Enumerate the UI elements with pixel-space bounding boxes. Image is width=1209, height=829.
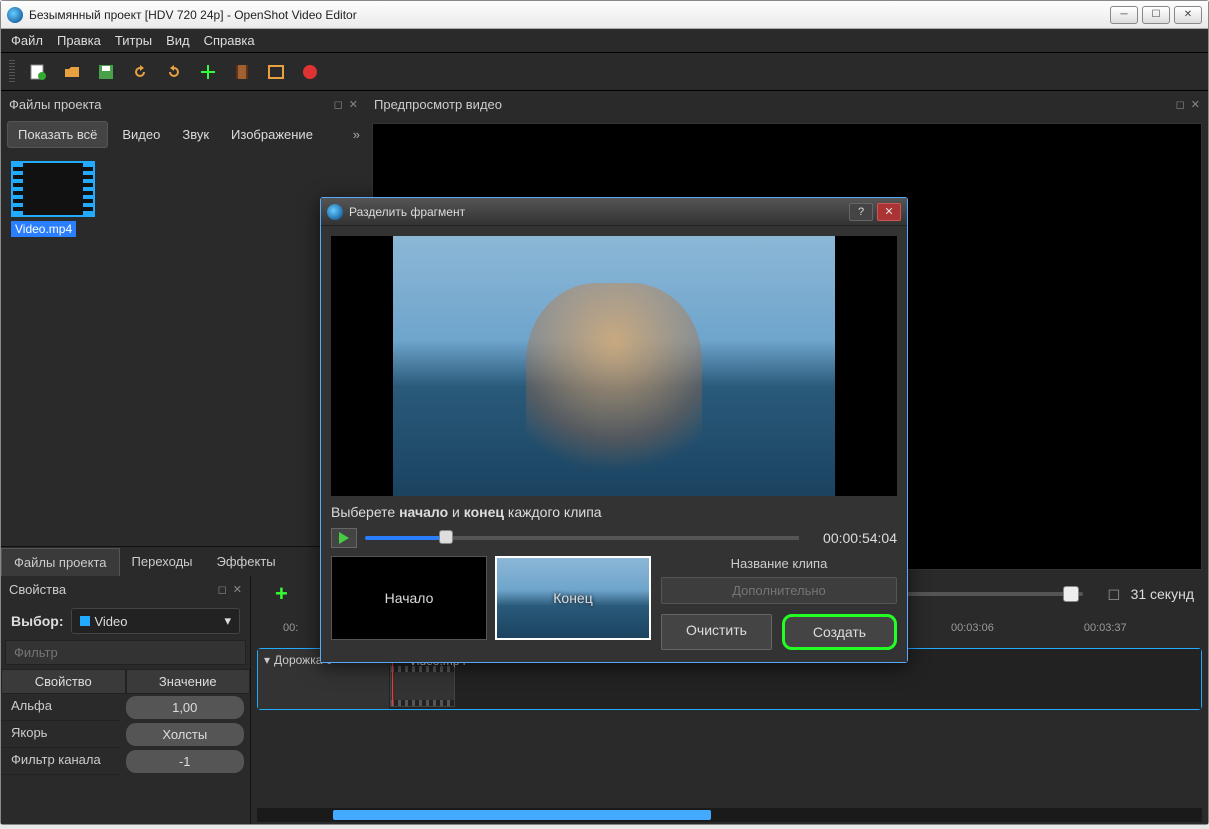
filter-video[interactable]: Видео bbox=[114, 123, 168, 146]
timeline-duration: 31 секунд bbox=[1131, 586, 1194, 602]
clear-button[interactable]: Очистить bbox=[661, 614, 772, 650]
dialog-preview[interactable] bbox=[331, 236, 897, 496]
film-icon[interactable] bbox=[231, 61, 253, 83]
fullscreen-icon[interactable] bbox=[265, 61, 287, 83]
table-row: Альфа 1,00 bbox=[1, 694, 250, 721]
add-icon[interactable] bbox=[197, 61, 219, 83]
redo-icon[interactable] bbox=[163, 61, 185, 83]
maximize-button[interactable]: ☐ bbox=[1142, 6, 1170, 24]
filter-show-all[interactable]: Показать всё bbox=[7, 121, 108, 148]
detach-panel-icon[interactable]: ◻ bbox=[334, 98, 343, 111]
dialog-play-button[interactable] bbox=[331, 528, 357, 548]
dialog-instruction: Выберете начало и конец каждого клипа bbox=[331, 504, 897, 520]
detach-preview-icon[interactable]: ◻ bbox=[1176, 98, 1185, 111]
dialog-help-button[interactable]: ? bbox=[849, 203, 873, 221]
add-track-icon[interactable]: + bbox=[275, 581, 288, 607]
minimize-button[interactable]: ─ bbox=[1110, 6, 1138, 24]
column-value[interactable]: Значение bbox=[126, 669, 251, 694]
snap-icon[interactable]: ◻ bbox=[1107, 584, 1120, 604]
column-property[interactable]: Свойство bbox=[1, 669, 126, 694]
menu-file[interactable]: Файл bbox=[11, 33, 43, 48]
properties-title: Свойства bbox=[9, 582, 66, 597]
new-project-icon[interactable] bbox=[27, 61, 49, 83]
project-files-title: Файлы проекта bbox=[9, 97, 102, 112]
chevron-down-icon[interactable]: ▾ bbox=[264, 653, 270, 667]
chevron-down-icon: ▾ bbox=[224, 613, 231, 629]
timeline-scrollbar[interactable] bbox=[257, 808, 1202, 822]
file-name-label: Video.mp4 bbox=[11, 221, 76, 237]
tab-transitions[interactable]: Переходы bbox=[120, 548, 205, 575]
current-time: 00: bbox=[283, 622, 298, 634]
menu-help[interactable]: Справка bbox=[204, 33, 255, 48]
export-icon[interactable] bbox=[299, 61, 321, 83]
dialog-icon bbox=[327, 204, 343, 220]
undo-icon[interactable] bbox=[129, 61, 151, 83]
create-button[interactable]: Создать bbox=[782, 614, 897, 650]
menu-edit[interactable]: Правка bbox=[57, 33, 101, 48]
save-project-icon[interactable] bbox=[95, 61, 117, 83]
dialog-title: Разделить фрагмент bbox=[349, 205, 845, 219]
open-project-icon[interactable] bbox=[61, 61, 83, 83]
dialog-close-button[interactable]: ✕ bbox=[877, 203, 901, 221]
detach-props-icon[interactable]: ◻ bbox=[218, 583, 227, 596]
selection-label: Выбор: bbox=[11, 613, 63, 629]
app-icon bbox=[7, 7, 23, 23]
window-title: Безымянный проект [HDV 720 24p] - OpenSh… bbox=[29, 8, 1110, 22]
titlebar: Безымянный проект [HDV 720 24p] - OpenSh… bbox=[1, 1, 1208, 29]
end-thumbnail[interactable]: Конец bbox=[495, 556, 651, 640]
start-thumbnail[interactable]: Начало bbox=[331, 556, 487, 640]
property-filter-input[interactable] bbox=[5, 640, 246, 665]
toolbar-grip[interactable] bbox=[9, 60, 15, 84]
menu-view[interactable]: Вид bbox=[166, 33, 190, 48]
clip-name-label: Название клипа bbox=[661, 556, 897, 571]
close-button[interactable]: ✕ bbox=[1174, 6, 1202, 24]
tab-effects[interactable]: Эффекты bbox=[205, 548, 288, 575]
close-panel-icon[interactable]: ✕ bbox=[349, 98, 358, 111]
project-files-panel: Файлы проекта ◻ ✕ Показать всё Видео Звук… bbox=[1, 91, 366, 576]
close-props-icon[interactable]: ✕ bbox=[233, 583, 242, 596]
filter-overflow-icon[interactable]: » bbox=[353, 127, 360, 142]
file-item[interactable]: Video.mp4 bbox=[11, 161, 99, 238]
split-clip-dialog: Разделить фрагмент ? ✕ Выберете начало и… bbox=[320, 197, 908, 663]
properties-panel: Свойства ◻ ✕ Выбор: Video ▾ Свойство bbox=[1, 576, 251, 824]
close-preview-icon[interactable]: ✕ bbox=[1191, 98, 1200, 111]
menubar: Файл Правка Титры Вид Справка bbox=[1, 29, 1208, 53]
tick-label: 00:03:06 bbox=[951, 622, 994, 634]
filter-image[interactable]: Изображение bbox=[223, 123, 321, 146]
tick-label: 00:03:37 bbox=[1084, 622, 1127, 634]
preview-title: Предпросмотр видео bbox=[374, 97, 502, 112]
dialog-timecode: 00:00:54:04 bbox=[807, 530, 897, 546]
toolbar bbox=[1, 53, 1208, 91]
tab-project-files[interactable]: Файлы проекта bbox=[1, 548, 120, 576]
table-row: Фильтр канала -1 bbox=[1, 748, 250, 775]
menu-titles[interactable]: Титры bbox=[115, 33, 152, 48]
table-row: Якорь Холсты bbox=[1, 721, 250, 748]
filter-audio[interactable]: Звук bbox=[174, 123, 217, 146]
selection-dropdown[interactable]: Video ▾ bbox=[71, 608, 240, 634]
dialog-seek-slider[interactable] bbox=[365, 536, 799, 540]
clip-name-input[interactable] bbox=[661, 577, 897, 604]
